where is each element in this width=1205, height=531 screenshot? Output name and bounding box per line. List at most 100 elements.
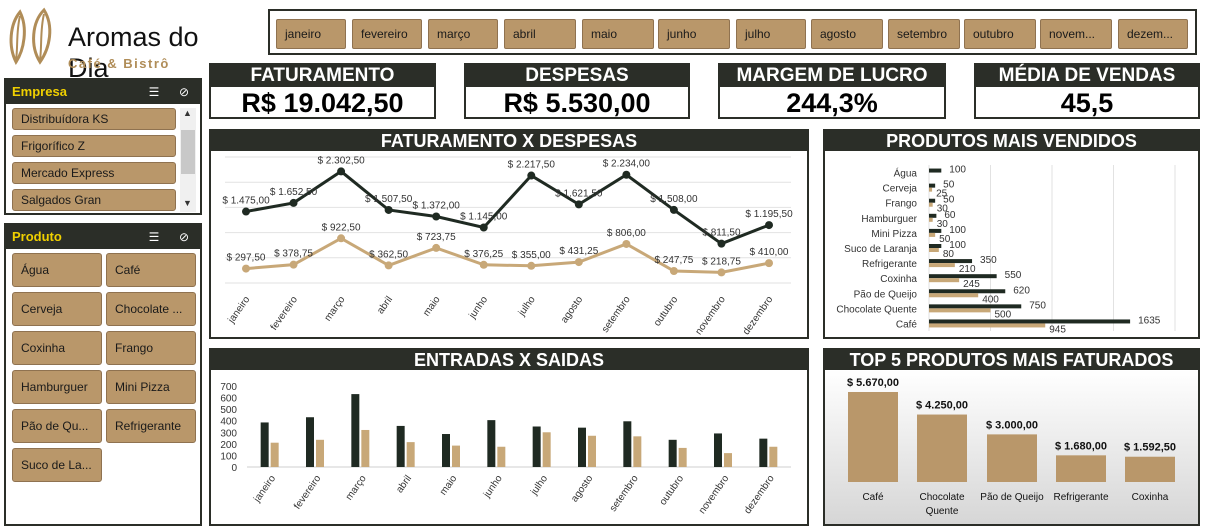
data-label: $ 5.670,00 xyxy=(847,377,899,389)
clear-filter-icon[interactable]: ⊘ xyxy=(176,229,192,245)
bar-series-1 xyxy=(929,304,1022,309)
produto-item[interactable]: Cerveja xyxy=(12,292,102,326)
y-tick-label: Frango xyxy=(885,199,917,210)
empresa-slicer: Empresa ☰ ⊘ Distribuídora KS Frigorífico… xyxy=(4,78,202,215)
month-button-dezembro[interactable]: dezem... xyxy=(1118,19,1188,49)
month-button-junho[interactable]: junho xyxy=(658,19,730,49)
data-point xyxy=(289,198,298,207)
produto-item[interactable]: Frango xyxy=(106,331,196,365)
month-button-agosto[interactable]: agosto xyxy=(811,19,883,49)
x-tick-label: abril xyxy=(394,473,414,495)
produto-item[interactable]: Chocolate ... xyxy=(106,292,196,326)
bar-series-1 xyxy=(929,228,942,233)
x-tick-label: Refrigerante xyxy=(1053,492,1108,503)
produto-item[interactable]: Água xyxy=(12,253,102,287)
kpi-value: R$ 5.530,00 xyxy=(503,88,651,118)
empresa-item[interactable]: Frigorífico Z xyxy=(12,135,176,157)
data-label: $ 1.507,50 xyxy=(365,194,413,205)
scrollbar-thumb[interactable] xyxy=(181,130,195,174)
y-tick-label: 100 xyxy=(220,451,237,462)
produto-item[interactable]: Coxinha xyxy=(12,331,102,365)
month-button-julho[interactable]: julho xyxy=(736,19,806,49)
produto-item[interactable]: Pão de Qu... xyxy=(12,409,102,443)
x-tick-label: fevereiro xyxy=(269,294,301,333)
month-button-novembro[interactable]: novem... xyxy=(1040,19,1112,49)
empresa-slicer-header: Empresa ☰ ⊘ xyxy=(6,80,200,104)
produtos-vendidos-chart: Água 100Cerveja 5025Frango 5030Hamburguer 60… xyxy=(836,165,1176,335)
y-tick-label: 400 xyxy=(220,417,237,428)
data-label: $ 410,00 xyxy=(750,247,789,258)
y-tick-label: Pão de Queijo xyxy=(854,289,918,300)
produto-item[interactable]: Refrigerante xyxy=(106,409,196,443)
produto-item[interactable]: Café xyxy=(106,253,196,287)
data-point xyxy=(669,205,678,214)
month-button-outubro[interactable]: outubro xyxy=(964,19,1036,49)
x-tick-label: Chocolate xyxy=(919,492,964,503)
data-label: $ 806,00 xyxy=(607,228,646,239)
data-point xyxy=(717,239,726,248)
month-button-fevereiro[interactable]: fevereiro xyxy=(352,19,422,49)
empresa-item[interactable]: Salgados Gran xyxy=(12,189,176,211)
data-point xyxy=(479,260,488,269)
empresa-item[interactable]: Mercado Express xyxy=(12,162,176,184)
data-label: $ 378,75 xyxy=(274,249,313,260)
bar-series-1 xyxy=(929,259,973,264)
month-button-janeiro[interactable]: janeiro xyxy=(276,19,346,49)
kpi-despesas: DESPESAS R$ 5.530,00 xyxy=(464,63,690,119)
data-point xyxy=(242,207,250,216)
x-tick-label: agosto xyxy=(569,473,595,504)
data-label: 245 xyxy=(963,279,980,290)
brand-logo: Aromas do Dia Café & Bistrô xyxy=(0,0,205,83)
data-label: 1635 xyxy=(1138,315,1161,326)
produto-item[interactable]: Hamburguer xyxy=(12,370,102,404)
month-button-maio[interactable]: maio xyxy=(582,19,654,49)
empresa-scrollbar[interactable]: ▲ ▼ xyxy=(180,108,196,212)
kpi-label: DESPESAS xyxy=(466,65,688,87)
y-tick-label: Café xyxy=(896,319,918,330)
top5-panel: TOP 5 PRODUTOS MAIS FATURADOS $ 5.670,00… xyxy=(823,348,1200,526)
brand-name: Aromas do Dia xyxy=(68,22,199,83)
empresa-item[interactable]: Distribuídora KS xyxy=(12,108,176,130)
data-point xyxy=(432,243,441,252)
top5-bar xyxy=(1056,455,1106,482)
multi-select-icon[interactable]: ☰ xyxy=(146,229,162,245)
scroll-down-icon[interactable]: ▼ xyxy=(183,198,192,208)
bar-series-2 xyxy=(929,293,979,298)
multi-select-icon[interactable]: ☰ xyxy=(146,84,162,100)
x-tick-label: Pão de Queijo xyxy=(980,492,1044,503)
data-label: 750 xyxy=(1029,300,1046,311)
data-point xyxy=(289,260,298,269)
empresa-slicer-title: Empresa xyxy=(12,84,67,99)
kpi-value: 45,5 xyxy=(1060,88,1114,118)
month-button-setembro[interactable]: setembro xyxy=(888,19,960,49)
x-tick-label: setembro xyxy=(600,294,633,335)
x-tick-label: outubro xyxy=(658,473,687,507)
data-label: 80 xyxy=(943,249,955,260)
x-tick-label: janeiro xyxy=(226,294,253,326)
scroll-up-icon[interactable]: ▲ xyxy=(183,108,192,118)
bar-series-2 xyxy=(929,248,939,252)
data-label: $ 1.592,50 xyxy=(1124,442,1176,454)
data-label: 620 xyxy=(1013,285,1030,296)
data-label: $ 297,50 xyxy=(227,253,266,264)
data-label: $ 1.372,00 xyxy=(413,201,461,212)
produto-item[interactable]: Mini Pizza xyxy=(106,370,196,404)
month-button-abril[interactable]: abril xyxy=(504,19,576,49)
bar-series-2 xyxy=(929,278,960,283)
bar-series-1 xyxy=(929,213,937,218)
x-tick-label: maio xyxy=(421,294,443,318)
data-label: $ 1.680,00 xyxy=(1055,440,1107,452)
data-label: 30 xyxy=(937,219,949,230)
x-tick-label: março xyxy=(323,294,348,323)
bar-series-1 xyxy=(929,289,1006,294)
kpi-label: FATURAMENTO xyxy=(211,65,434,87)
month-button-marco[interactable]: março xyxy=(428,19,498,49)
produto-item[interactable]: Suco de La... xyxy=(12,448,102,482)
bar-saidas xyxy=(542,432,551,467)
x-tick-label: janeiro xyxy=(251,473,278,505)
data-label: $ 2.217,50 xyxy=(508,160,556,171)
clear-filter-icon[interactable]: ⊘ xyxy=(176,84,192,100)
bar-entradas xyxy=(487,420,496,467)
bar-series-1 xyxy=(929,198,936,203)
data-point xyxy=(622,170,631,179)
